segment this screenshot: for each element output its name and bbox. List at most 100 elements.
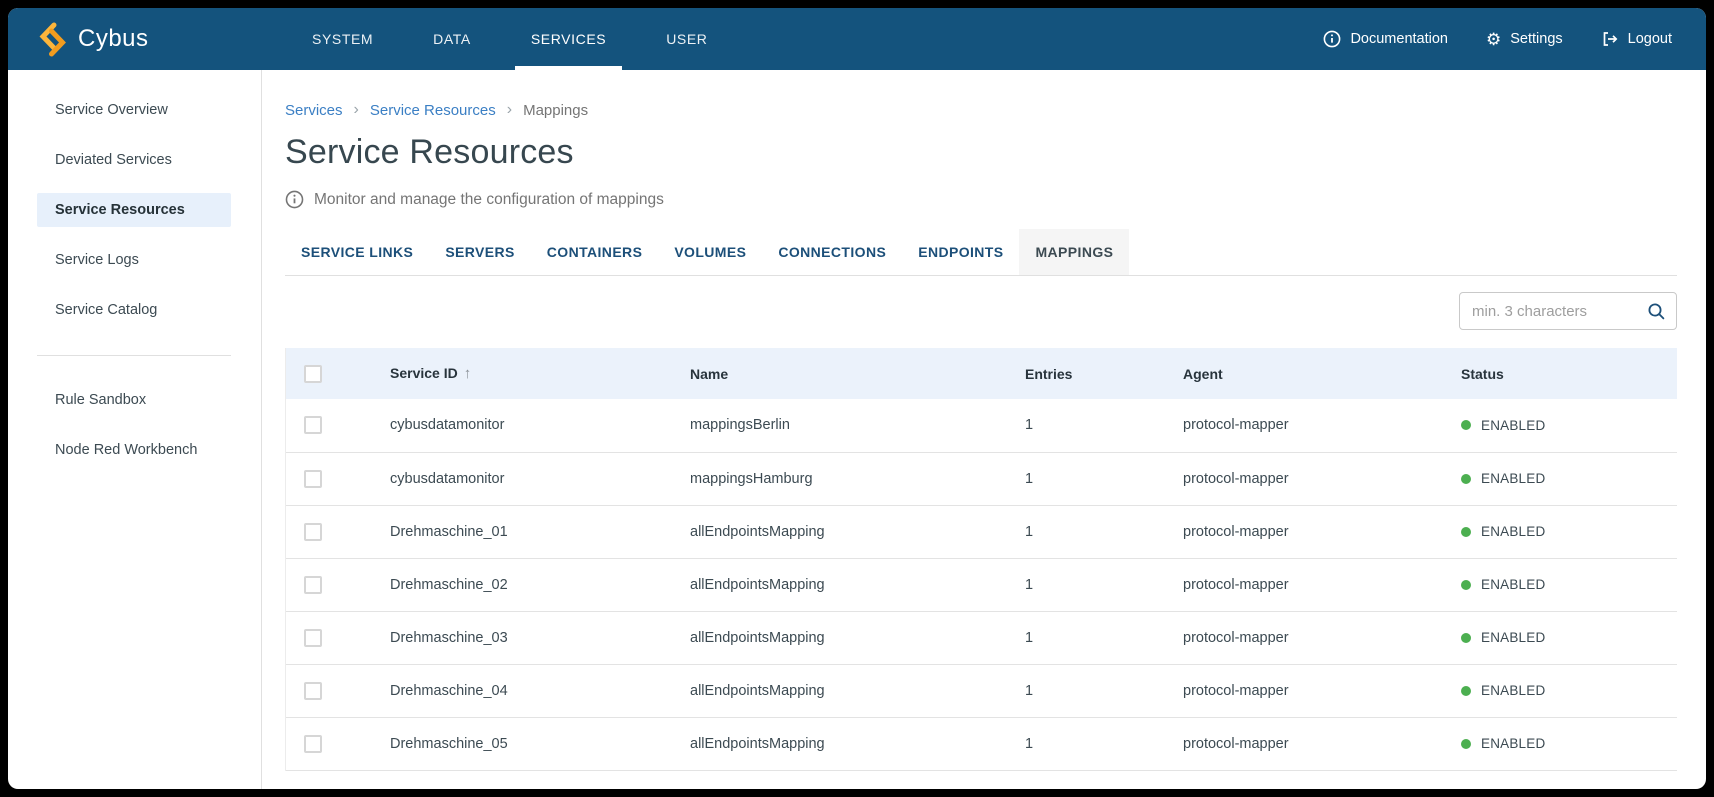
sidebar-item[interactable]: Node Red Workbench: [37, 433, 231, 467]
resource-tab[interactable]: VOLUMES: [658, 229, 762, 275]
column-header-service-id[interactable]: Service ID↑: [390, 348, 690, 399]
resource-tab[interactable]: CONNECTIONS: [762, 229, 902, 275]
cell-agent: protocol-mapper: [1183, 399, 1461, 452]
nav-tab-label: DATA: [433, 31, 471, 47]
cell-entries: 1: [1025, 558, 1183, 611]
nav-actions: Documentation ⚙ Settings Logout: [1323, 8, 1706, 70]
cell-service-id: cybusdatamonitor: [390, 452, 690, 505]
cell-service-id: Drehmaschine_02: [390, 558, 690, 611]
nav-tab[interactable]: SYSTEM: [290, 8, 395, 70]
resource-tab[interactable]: SERVERS: [429, 229, 530, 275]
sidebar-divider: [37, 355, 231, 356]
documentation-button[interactable]: Documentation: [1323, 30, 1448, 48]
cell-entries: 1: [1025, 717, 1183, 770]
row-checkbox[interactable]: [304, 416, 322, 434]
cell-entries: 1: [1025, 505, 1183, 558]
status-label: ENABLED: [1481, 524, 1545, 539]
sidebar-item-label: Node Red Workbench: [55, 442, 197, 458]
nav-tab-label: SERVICES: [531, 31, 606, 47]
table-row[interactable]: Drehmaschine_03 allEndpointsMapping 1 pr…: [286, 611, 1677, 664]
column-header-entries[interactable]: Entries: [1025, 348, 1183, 399]
resource-tab-label: ENDPOINTS: [918, 244, 1003, 260]
sidebar-item-label: Rule Sandbox: [55, 392, 146, 408]
sidebar-item[interactable]: Service Resources: [37, 193, 231, 227]
status-enabled-dot-icon: [1461, 474, 1471, 484]
row-checkbox[interactable]: [304, 629, 322, 647]
row-checkbox[interactable]: [304, 682, 322, 700]
resource-tab[interactable]: MAPPINGS: [1019, 229, 1129, 275]
status-badge: ENABLED: [1461, 524, 1677, 539]
table-row[interactable]: Drehmaschine_02 allEndpointsMapping 1 pr…: [286, 558, 1677, 611]
sidebar-item-label: Service Overview: [55, 102, 168, 118]
status-badge: ENABLED: [1461, 630, 1677, 645]
select-all-checkbox[interactable]: [304, 365, 322, 383]
logout-label: Logout: [1628, 31, 1672, 47]
column-header-name[interactable]: Name: [690, 348, 1025, 399]
cell-name: allEndpointsMapping: [690, 717, 1025, 770]
search-icon[interactable]: [1647, 302, 1666, 321]
logout-button[interactable]: Logout: [1601, 30, 1672, 48]
breadcrumb-link-service-resources[interactable]: Service Resources: [370, 102, 496, 119]
cell-agent: protocol-mapper: [1183, 717, 1461, 770]
sidebar-item-label: Service Resources: [55, 202, 185, 218]
brand[interactable]: Cybus: [8, 8, 290, 70]
status-enabled-dot-icon: [1461, 527, 1471, 537]
status-label: ENABLED: [1481, 418, 1545, 433]
page-title: Service Resources: [285, 133, 1677, 172]
settings-button[interactable]: ⚙ Settings: [1486, 31, 1563, 48]
sort-asc-icon: ↑: [464, 365, 472, 382]
sidebar-item-label: Service Logs: [55, 252, 139, 268]
resource-tab[interactable]: CONTAINERS: [531, 229, 659, 275]
settings-label: Settings: [1510, 31, 1562, 47]
column-header-agent[interactable]: Agent: [1183, 348, 1461, 399]
cell-name: mappingsHamburg: [690, 452, 1025, 505]
table-row[interactable]: Drehmaschine_04 allEndpointsMapping 1 pr…: [286, 664, 1677, 717]
cell-service-id: Drehmaschine_03: [390, 611, 690, 664]
row-checkbox[interactable]: [304, 470, 322, 488]
status-enabled-dot-icon: [1461, 686, 1471, 696]
table-row[interactable]: cybusdatamonitor mappingsHamburg 1 proto…: [286, 452, 1677, 505]
column-header-status[interactable]: Status: [1461, 348, 1677, 399]
sidebar-item[interactable]: Service Overview: [37, 93, 231, 127]
cell-entries: 1: [1025, 452, 1183, 505]
sidebar-item[interactable]: Deviated Services: [37, 143, 231, 177]
cell-agent: protocol-mapper: [1183, 558, 1461, 611]
nav-tab[interactable]: SERVICES: [509, 8, 628, 70]
row-checkbox[interactable]: [304, 523, 322, 541]
search-input[interactable]: [1472, 303, 1647, 320]
sidebar-item-label: Deviated Services: [55, 152, 172, 168]
status-badge: ENABLED: [1461, 418, 1677, 433]
sidebar-item[interactable]: Rule Sandbox: [37, 383, 231, 417]
nav-tab[interactable]: DATA: [411, 8, 493, 70]
status-badge: ENABLED: [1461, 471, 1677, 486]
table-header-row: Service ID↑ Name Entries Agent Status: [286, 348, 1677, 399]
sidebar-item[interactable]: Service Catalog: [37, 293, 231, 327]
main-content: Services › Service Resources › Mappings …: [262, 70, 1706, 789]
cell-agent: protocol-mapper: [1183, 452, 1461, 505]
breadcrumb-link-services[interactable]: Services: [285, 102, 343, 119]
gear-icon: ⚙: [1486, 31, 1501, 48]
resource-tab[interactable]: SERVICE LINKS: [285, 229, 429, 275]
search-row: [285, 292, 1677, 330]
cell-agent: protocol-mapper: [1183, 664, 1461, 717]
status-badge: ENABLED: [1461, 683, 1677, 698]
nav-tab-label: USER: [666, 31, 707, 47]
status-enabled-dot-icon: [1461, 633, 1471, 643]
cell-service-id: Drehmaschine_05: [390, 717, 690, 770]
table-row[interactable]: Drehmaschine_01 allEndpointsMapping 1 pr…: [286, 505, 1677, 558]
table-row[interactable]: cybusdatamonitor mappingsBerlin 1 protoc…: [286, 399, 1677, 452]
resource-tab[interactable]: ENDPOINTS: [902, 229, 1019, 275]
sidebar-item-label: Service Catalog: [55, 302, 157, 318]
status-label: ENABLED: [1481, 683, 1545, 698]
row-checkbox[interactable]: [304, 576, 322, 594]
sidebar-item[interactable]: Service Logs: [37, 243, 231, 277]
resource-tab-label: CONTAINERS: [547, 244, 643, 260]
nav-tab[interactable]: USER: [644, 8, 729, 70]
resource-tab-label: MAPPINGS: [1035, 244, 1113, 260]
table-row[interactable]: Drehmaschine_05 allEndpointsMapping 1 pr…: [286, 717, 1677, 770]
status-enabled-dot-icon: [1461, 739, 1471, 749]
status-label: ENABLED: [1481, 736, 1545, 751]
status-enabled-dot-icon: [1461, 420, 1471, 430]
row-checkbox[interactable]: [304, 735, 322, 753]
status-enabled-dot-icon: [1461, 580, 1471, 590]
